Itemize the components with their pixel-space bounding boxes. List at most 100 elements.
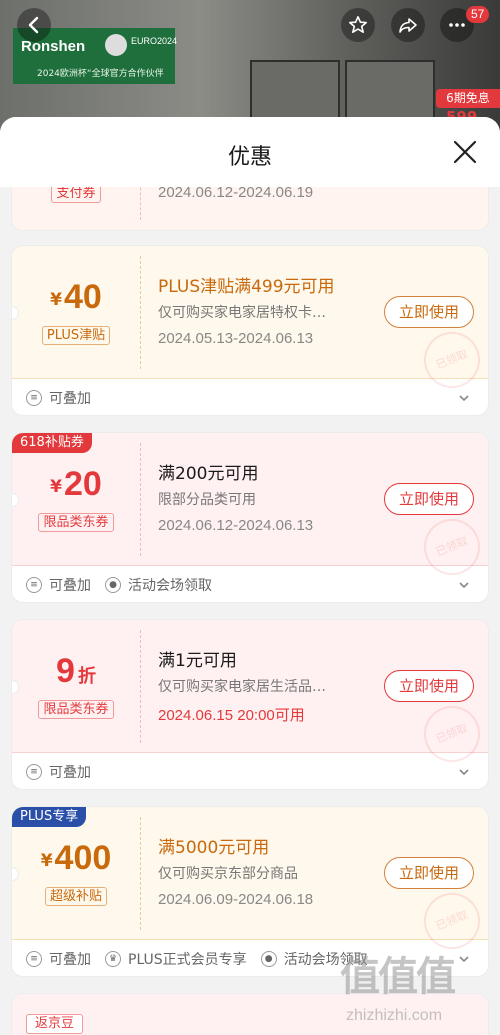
coupon-corner-label: PLUS专享 — [12, 807, 87, 827]
currency-symbol: ¥ — [50, 477, 62, 497]
coupon-amount: 9折 — [12, 652, 140, 691]
sheet-header: 优惠 — [0, 117, 500, 187]
chevron-down-icon[interactable] — [458, 579, 470, 591]
back-icon — [28, 16, 39, 34]
feature-stackable: ≡ 可叠加 — [26, 762, 91, 782]
stack-icon: ≡ — [26, 764, 42, 780]
chevron-down-icon[interactable] — [458, 392, 470, 404]
coupon-date: 2024.06.15 20:00可用 — [158, 707, 305, 724]
coupon-date: 2024.06.09-2024.06.18 — [158, 891, 314, 908]
use-now-button[interactable]: 立即使用 — [384, 857, 474, 889]
coupon-divider — [140, 817, 141, 930]
coupon-tag-wrap: 限品类东券 — [12, 511, 140, 532]
feature-stackable: ≡ 可叠加 — [26, 388, 91, 408]
coupon-amount: ¥20 — [12, 465, 140, 504]
euro-logo-icon — [105, 34, 127, 56]
coupon-date: 2024.06.12-2024.06.13 — [158, 517, 314, 534]
coupon-desc: 仅可购买家电家居特权卡… — [158, 305, 326, 321]
coupon-tag: 限品类东券 — [38, 513, 114, 532]
venue-icon: ● — [260, 951, 277, 967]
watermark-url: zhizhizhi.com — [346, 1007, 443, 1024]
installment-badge: 6期免息 — [436, 89, 500, 108]
coupon-title: 满200元可用 — [158, 464, 259, 484]
coupon-body: ¥40 PLUS津贴 PLUS津贴满499元可用 仅可购买家电家居特权卡… 20… — [12, 246, 488, 397]
coupon-footer[interactable]: ≡ 可叠加 — [12, 380, 488, 415]
coupon-card: 9折 限品类东券 满1元可用 仅可购买家电家居生活品… 2024.06.15 2… — [11, 619, 489, 790]
currency-symbol: ¥ — [40, 851, 53, 871]
coupon-body: 支付券 2024.06.12-2024.06.19 — [12, 187, 488, 230]
coupon-amount: ¥40 — [12, 278, 140, 317]
share-button[interactable] — [391, 8, 425, 42]
sheet-title: 优惠 — [227, 145, 272, 170]
use-now-button[interactable]: 立即使用 — [384, 483, 474, 515]
feature-label: PLUS正式会员专享 — [128, 952, 247, 968]
coupon-amount: ¥400 — [12, 839, 140, 878]
feature-plus-only: ♛ PLUS正式会员专享 — [105, 949, 247, 969]
coupon-divider — [140, 187, 141, 220]
discount-value: 9 — [56, 652, 75, 690]
coupon-tag: PLUS津贴 — [41, 326, 111, 345]
discount-unit: 折 — [77, 666, 96, 687]
stack-icon: ≡ — [26, 577, 42, 593]
coupon-title: PLUS津贴满499元可用 — [158, 277, 335, 297]
coupon-card-payment: 支付券 2024.06.12-2024.06.19 — [11, 187, 489, 231]
feature-stackable: ≡ 可叠加 — [26, 949, 91, 969]
feature-label: 活动会场领取 — [128, 578, 212, 594]
coupon-divider — [140, 443, 141, 556]
message-count-badge: 57 — [466, 6, 490, 23]
currency-symbol: ¥ — [50, 290, 62, 310]
amount-value: 400 — [54, 839, 112, 877]
back-button[interactable] — [17, 8, 51, 42]
chevron-down-icon[interactable] — [458, 953, 470, 965]
coupon-card: ¥20 限品类东券 满200元可用 限部分品类可用 2024.06.12-202… — [11, 432, 489, 603]
coupon-list[interactable]: 支付券 2024.06.12-2024.06.19 ¥40 PLUS津贴 PLU… — [0, 187, 500, 1035]
coupon-card: ¥40 PLUS津贴 PLUS津贴满499元可用 仅可购买家电家居特权卡… 20… — [11, 245, 489, 416]
stack-icon: ≡ — [26, 390, 42, 406]
feature-label: 可叠加 — [49, 578, 91, 594]
watermark-logo: 值值值 — [340, 954, 456, 1000]
more-icon — [449, 23, 465, 27]
chevron-down-icon[interactable] — [458, 766, 470, 778]
coupon-tag: 支付券 — [51, 187, 101, 203]
coupon-title: 满1元可用 — [158, 651, 237, 671]
coupon-body: 9折 限品类东券 满1元可用 仅可购买家电家居生活品… 2024.06.15 2… — [12, 620, 488, 771]
close-icon[interactable] — [452, 139, 478, 165]
stack-icon: ≡ — [26, 951, 42, 967]
coupon-desc: 限部分品类可用 — [158, 492, 256, 508]
brand-subtitle: 2024欧洲杯“全球官方合作伙伴 — [37, 69, 164, 79]
use-now-button[interactable]: 立即使用 — [384, 670, 474, 702]
feature-label: 可叠加 — [49, 765, 91, 781]
feature-label: 可叠加 — [49, 391, 91, 407]
amount-value: 20 — [64, 465, 102, 503]
coupon-footer[interactable]: ≡ 可叠加 — [12, 754, 488, 789]
amount-value: 40 — [64, 278, 102, 316]
coupon-desc: 仅可购买京东部分商品 — [158, 866, 298, 882]
coupon-desc: 仅可购买家电家居生活品… — [158, 679, 326, 695]
favorite-button[interactable] — [341, 8, 375, 42]
coupon-tag: 限品类东券 — [38, 700, 114, 719]
coupon-tag-wrap: PLUS津贴 — [12, 324, 140, 345]
star-icon — [349, 16, 367, 33]
coupon-tag-wrap: 支付券 — [12, 187, 140, 203]
coupon-sheet: 优惠 支付券 2024.06.12-2024.06.19 ¥40 PLUS津贴 … — [0, 117, 500, 1035]
coupon-title: 满5000元可用 — [158, 838, 270, 858]
share-icon — [399, 18, 417, 33]
coupon-corner-label: 618补贴券 — [12, 433, 92, 453]
coupon-corner-label: 返京豆 — [26, 1014, 84, 1034]
feature-stackable: ≡ 可叠加 — [26, 575, 91, 595]
coupon-divider — [140, 256, 141, 369]
venue-icon: ● — [105, 577, 121, 593]
coupon-tag-wrap: 超级补贴 — [12, 885, 140, 906]
feature-venue: ● 活动会场领取 — [105, 575, 212, 595]
coupon-tag: 超级补贴 — [44, 887, 107, 906]
coupon-date: 2024.06.12-2024.06.19 — [158, 187, 314, 201]
coupon-divider — [140, 630, 141, 743]
coupon-footer[interactable]: ≡ 可叠加 ● 活动会场领取 — [12, 567, 488, 602]
use-now-button[interactable]: 立即使用 — [384, 296, 474, 328]
coupon-body: ¥400 超级补贴 满5000元可用 仅可购买京东部分商品 2024.06.09… — [12, 807, 488, 958]
euro-logo: EURO2024 — [131, 36, 178, 46]
coupon-body: ¥20 限品类东券 满200元可用 限部分品类可用 2024.06.12-202… — [12, 433, 488, 584]
feature-label: 可叠加 — [49, 952, 91, 968]
coupon-date: 2024.05.13-2024.06.13 — [158, 330, 314, 347]
crown-icon: ♛ — [105, 951, 121, 967]
